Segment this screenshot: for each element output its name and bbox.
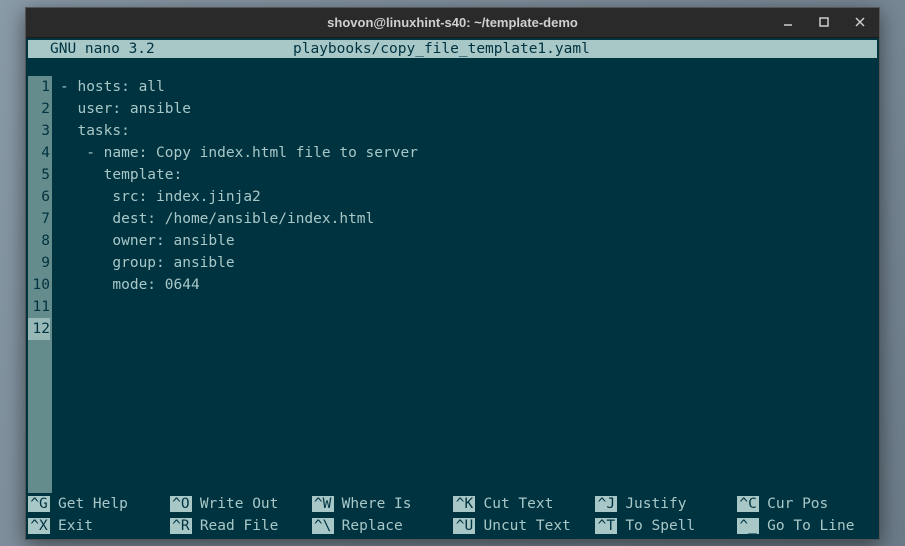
shortcut: ^K Cut Text <box>453 493 593 515</box>
code-line[interactable]: - name: Copy index.html file to server <box>60 142 879 164</box>
editor-area[interactable]: 123456789101112 - hosts: all user: ansib… <box>26 58 879 493</box>
shortcut: ^T To Spell <box>595 515 735 537</box>
code-area[interactable]: - hosts: all user: ansible tasks: - name… <box>52 76 879 493</box>
maximize-button[interactable] <box>810 12 838 32</box>
shortcut-key: ^W <box>312 496 334 512</box>
nano-version: GNU nano 3.2 <box>28 41 293 57</box>
shortcut-label: Cut Text <box>483 496 553 512</box>
shortcut: ^R Read File <box>170 515 310 537</box>
shortcut: ^X Exit <box>28 515 168 537</box>
line-number: 4 <box>28 142 50 164</box>
shortcut-label: Get Help <box>58 496 128 512</box>
shortcut-label: Exit <box>58 518 93 534</box>
terminal-body[interactable]: GNU nano 3.2 playbooks/copy_file_templat… <box>26 38 879 539</box>
line-number: 9 <box>28 252 50 274</box>
window-title: shovon@linuxhint-s40: ~/template-demo <box>327 15 578 30</box>
code-line[interactable] <box>60 296 879 318</box>
terminal-window: shovon@linuxhint-s40: ~/template-demo GN… <box>25 7 880 540</box>
line-number: 1 <box>28 76 50 98</box>
window-controls <box>774 12 874 32</box>
shortcut-key: ^J <box>595 496 617 512</box>
code-line[interactable]: dest: /home/ansible/index.html <box>60 208 879 230</box>
code-line[interactable]: group: ansible <box>60 252 879 274</box>
code-line[interactable] <box>60 318 879 340</box>
shortcut-label: Write Out <box>200 496 279 512</box>
shortcut-key: ^R <box>170 518 192 534</box>
shortcut-label: Cur Pos <box>767 496 828 512</box>
shortcut: ^O Write Out <box>170 493 310 515</box>
titlebar[interactable]: shovon@linuxhint-s40: ~/template-demo <box>26 8 879 38</box>
shortcut-label: Where Is <box>342 496 412 512</box>
shortcut-key: ^T <box>595 518 617 534</box>
code-line[interactable]: - hosts: all <box>60 76 879 98</box>
shortcut-key: ^_ <box>737 518 759 534</box>
minimize-button[interactable] <box>774 12 802 32</box>
shortcut-key: ^G <box>28 496 50 512</box>
shortcut-label: To Spell <box>625 518 695 534</box>
line-gutter: 123456789101112 <box>28 76 52 493</box>
line-number: 2 <box>28 98 50 120</box>
shortcut-label: Read File <box>200 518 279 534</box>
shortcut: ^U Uncut Text <box>453 515 593 537</box>
line-number: 10 <box>28 274 50 296</box>
code-line[interactable]: user: ansible <box>60 98 879 120</box>
shortcut: ^J Justify <box>595 493 735 515</box>
code-line[interactable]: mode: 0644 <box>60 274 879 296</box>
line-number: 11 <box>28 296 50 318</box>
nano-filename: playbooks/copy_file_template1.yaml <box>293 41 590 57</box>
line-number: 8 <box>28 230 50 252</box>
shortcut: ^_ Go To Line <box>737 515 877 537</box>
line-number: 6 <box>28 186 50 208</box>
shortcut-label: Go To Line <box>767 518 854 534</box>
code-line[interactable]: src: index.jinja2 <box>60 186 879 208</box>
shortcut: ^G Get Help <box>28 493 168 515</box>
line-number: 5 <box>28 164 50 186</box>
shortcut: ^W Where Is <box>312 493 452 515</box>
shortcut-key: ^U <box>453 518 475 534</box>
close-button[interactable] <box>846 12 874 32</box>
shortcut-key: ^C <box>737 496 759 512</box>
shortcut-label: Uncut Text <box>483 518 570 534</box>
code-line[interactable]: tasks: <box>60 120 879 142</box>
shortcut-label: Justify <box>625 496 686 512</box>
shortcuts-footer: ^G Get Help ^O Write Out ^W Where Is ^K Cut Tex… <box>28 493 877 537</box>
shortcut-key: ^O <box>170 496 192 512</box>
code-line[interactable]: owner: ansible <box>60 230 879 252</box>
line-number: 7 <box>28 208 50 230</box>
shortcut: ^\ Replace <box>312 515 452 537</box>
shortcut-key: ^K <box>453 496 475 512</box>
shortcut-key: ^X <box>28 518 50 534</box>
line-number: 12 <box>28 318 50 340</box>
shortcut: ^C Cur Pos <box>737 493 877 515</box>
nano-header: GNU nano 3.2 playbooks/copy_file_templat… <box>28 40 877 58</box>
line-number: 3 <box>28 120 50 142</box>
shortcut-key: ^\ <box>312 518 334 534</box>
code-line[interactable]: template: <box>60 164 879 186</box>
shortcut-label: Replace <box>342 518 403 534</box>
